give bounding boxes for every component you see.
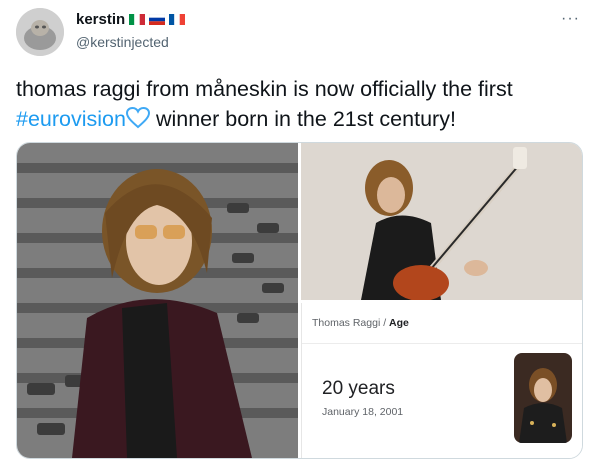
france-flag-icon: [169, 14, 186, 25]
italy-flag-icon: [129, 14, 146, 25]
display-name[interactable]: kerstin: [76, 11, 125, 28]
breadcrumb-topic: Age: [389, 317, 409, 329]
thumbnail-photo[interactable]: [514, 353, 572, 443]
tweet-text-line2: winner born in the 21st century!: [149, 107, 456, 131]
blue-heart-icon: [125, 106, 150, 129]
photo-thomas-portrait[interactable]: [17, 143, 298, 458]
author-name-row[interactable]: kerstin: [76, 11, 186, 28]
birth-date: January 18, 2001: [322, 406, 404, 418]
photo-thomas-guitar[interactable]: [301, 143, 582, 301]
breadcrumb-name[interactable]: Thomas Raggi: [312, 317, 380, 329]
hashtag-link[interactable]: #eurovision: [16, 107, 126, 131]
user-handle[interactable]: @kerstinjected: [76, 34, 169, 50]
divider: [302, 343, 582, 344]
more-options-icon[interactable]: ···: [561, 10, 580, 28]
tweet-media[interactable]: Thomas Raggi / Age 20 years January 18, …: [16, 142, 583, 459]
tweet-text: thomas raggi from måneskin is now offici…: [16, 74, 586, 134]
age-value: 20 years: [322, 378, 395, 399]
russia-flag-icon: [149, 14, 166, 25]
breadcrumb-separator: /: [383, 317, 387, 329]
tweet-text-line1: thomas raggi from måneskin is now offici…: [16, 77, 513, 101]
breadcrumb: Thomas Raggi / Age: [312, 317, 409, 329]
google-age-card: Thomas Raggi / Age 20 years January 18, …: [301, 303, 582, 458]
avatar[interactable]: [16, 8, 64, 56]
